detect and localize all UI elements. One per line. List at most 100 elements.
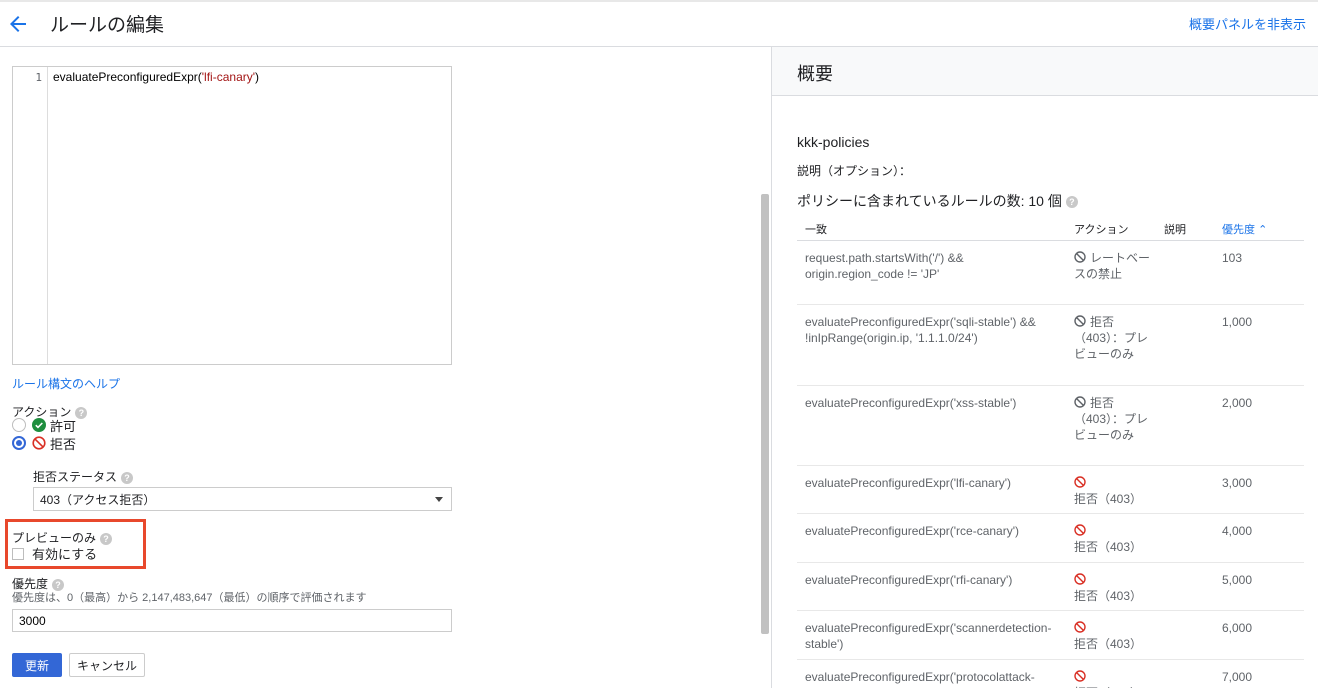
- policy-description-label: 説明（オプション）：: [797, 164, 912, 178]
- dropdown-arrow-icon: [435, 497, 443, 502]
- deny-status-value: 403（アクセス拒否）: [40, 493, 156, 507]
- deny-icon: [32, 436, 46, 450]
- code-suffix: ): [255, 70, 260, 84]
- table-row[interactable]: evaluatePreconfiguredExpr('rfi-canary') 拒…: [797, 563, 1304, 611]
- rule-priority: 3,000: [1222, 476, 1253, 490]
- rule-match: evaluatePreconfiguredExpr('lfi-canary'): [805, 476, 1012, 490]
- preview-enable-checkbox[interactable]: [12, 547, 24, 560]
- table-row[interactable]: evaluatePreconfiguredExpr('protocolattac…: [797, 660, 1304, 688]
- rule-code-editor[interactable]: 1 evaluatePreconfiguredExpr('lfi-canary'…: [12, 66, 452, 365]
- preview-only-label-text: プレビューのみ: [12, 531, 97, 545]
- table-row[interactable]: evaluatePreconfiguredExpr('scannerdetect…: [797, 611, 1304, 660]
- priority-description: 優先度は、0（最高）から 2,147,483,647（最低）の順序で評価されます: [12, 592, 367, 604]
- summary-title: 概要: [797, 64, 833, 84]
- deny-radio[interactable]: [12, 436, 26, 450]
- page-title: ルールの編集: [50, 15, 165, 36]
- hide-summary-panel-link[interactable]: 概要パネルを非表示: [1189, 14, 1306, 33]
- rule-action: 拒否（403）：プレビューのみ: [1074, 395, 1154, 443]
- deny-status-label-text: 拒否ステータス: [33, 470, 118, 484]
- rule-priority: 103: [1222, 251, 1243, 265]
- rule-match: evaluatePreconfiguredExpr('protocolattac…: [805, 670, 1035, 688]
- summary-panel: 概要 kkk-policies 説明（オプション）： ポリシーに含まれているルー…: [771, 47, 1318, 688]
- table-row[interactable]: evaluatePreconfiguredExpr('sqli-stable')…: [797, 305, 1304, 386]
- column-action: アクション: [1074, 224, 1129, 236]
- priority-input[interactable]: [12, 609, 452, 632]
- update-button[interactable]: 更新: [12, 653, 62, 677]
- rules-count-text: ポリシーに含まれているルールの数: 10 個: [797, 193, 1062, 209]
- code-prefix: evaluatePreconfiguredExpr(: [53, 70, 202, 84]
- check-circle-icon: [32, 418, 46, 432]
- deny-status-label: 拒否ステータス?: [33, 468, 134, 485]
- table-header: 一致 アクション 説明 優先度 ⌃: [797, 214, 1304, 241]
- deny-icon: [1074, 573, 1086, 585]
- arrow-back-icon: [10, 16, 26, 32]
- rule-syntax-help-link[interactable]: ルール構文のヘルプ: [12, 375, 120, 392]
- column-match: 一致: [805, 224, 827, 236]
- summary-header: 概要: [772, 47, 1318, 96]
- column-priority-label: 優先度: [1222, 224, 1255, 236]
- rule-edit-form: 1 evaluatePreconfiguredExpr('lfi-canary'…: [0, 47, 760, 688]
- help-icon[interactable]: ?: [121, 471, 134, 484]
- line-number: 1: [35, 71, 42, 84]
- rule-match: evaluatePreconfiguredExpr('rfi-canary'): [805, 573, 1013, 587]
- code-line[interactable]: evaluatePreconfiguredExpr('lfi-canary'): [53, 70, 259, 84]
- deny-icon: [1074, 524, 1086, 536]
- ban-icon: [1074, 315, 1086, 327]
- allow-radio[interactable]: [12, 418, 26, 432]
- rules-count: ポリシーに含まれているルールの数: 10 個?: [797, 191, 1078, 211]
- rule-action-text: 拒否（403）: [1074, 492, 1143, 506]
- preview-enable-label: 有効にする: [32, 547, 98, 562]
- rule-match: evaluatePreconfiguredExpr('scannerdetect…: [805, 621, 1052, 651]
- rule-action-text: 拒否（403）: [1074, 637, 1143, 651]
- deny-icon: [1074, 476, 1086, 488]
- form-scrollbar[interactable]: [761, 194, 769, 634]
- preview-enable-option[interactable]: 有効にする: [12, 544, 97, 563]
- rule-priority: 4,000: [1222, 524, 1253, 538]
- rule-action-text: 拒否（403）: [1074, 589, 1143, 603]
- rule-priority: 7,000: [1222, 670, 1253, 684]
- action-allow-option[interactable]: 許可: [12, 417, 77, 434]
- rule-priority: 1,000: [1222, 315, 1253, 329]
- column-description: 説明: [1164, 224, 1186, 236]
- help-icon[interactable]: ?: [100, 532, 113, 545]
- rule-priority: 6,000: [1222, 621, 1253, 635]
- table-row[interactable]: evaluatePreconfiguredExpr('lfi-canary') 拒…: [797, 466, 1304, 514]
- rule-match: evaluatePreconfiguredExpr('sqli-stable')…: [805, 315, 1036, 345]
- sort-ascending-icon: ⌃: [1258, 224, 1268, 236]
- rule-action: 拒否（403）: [1074, 572, 1154, 604]
- rule-action: 拒否（403）: [1074, 620, 1154, 652]
- deny-status-select[interactable]: 403（アクセス拒否）: [33, 487, 452, 511]
- cancel-button[interactable]: キャンセル: [69, 653, 145, 677]
- table-row[interactable]: evaluatePreconfiguredExpr('rce-canary') 拒…: [797, 514, 1304, 563]
- rule-priority: 2,000: [1222, 396, 1253, 410]
- action-deny-option[interactable]: 拒否: [12, 435, 77, 452]
- rule-match: request.path.startsWith('/') && origin.r…: [805, 251, 964, 281]
- top-bar: ルールの編集 概要パネルを非表示: [0, 0, 1318, 47]
- rule-action: 拒否（403）: [1074, 669, 1154, 688]
- help-icon[interactable]: ?: [75, 406, 88, 419]
- deny-icon: [1074, 670, 1086, 682]
- rule-match: evaluatePreconfiguredExpr('xss-stable'): [805, 396, 1017, 410]
- back-button[interactable]: [6, 12, 30, 36]
- rule-match: evaluatePreconfiguredExpr('rce-canary'): [805, 524, 1020, 538]
- rule-action: 拒否（403）: [1074, 475, 1154, 507]
- table-row[interactable]: request.path.startsWith('/') && origin.r…: [797, 241, 1304, 305]
- allow-label: 許可: [50, 418, 77, 434]
- rule-priority: 5,000: [1222, 573, 1253, 587]
- rule-action: 拒否（403）: [1074, 523, 1154, 555]
- help-icon[interactable]: ?: [1065, 196, 1078, 209]
- table-body: request.path.startsWith('/') && origin.r…: [797, 241, 1304, 688]
- policy-name: kkk-policies: [797, 134, 870, 150]
- column-priority-sort[interactable]: 優先度 ⌃: [1222, 221, 1267, 237]
- rule-action: レートベースの禁止: [1074, 250, 1154, 282]
- ban-icon: [1074, 251, 1086, 263]
- deny-icon: [1074, 621, 1086, 633]
- rule-action-text: 拒否（403）: [1074, 540, 1143, 554]
- ban-icon: [1074, 396, 1086, 408]
- code-string: 'lfi-canary': [201, 70, 256, 84]
- table-row[interactable]: evaluatePreconfiguredExpr('xss-stable') 拒…: [797, 386, 1304, 466]
- editor-gutter: 1: [13, 67, 48, 364]
- rules-table: 一致 アクション 説明 優先度 ⌃ request.path.startsWit…: [797, 214, 1304, 688]
- deny-label: 拒否: [50, 436, 77, 452]
- rule-action: 拒否（403）：プレビューのみ: [1074, 314, 1154, 362]
